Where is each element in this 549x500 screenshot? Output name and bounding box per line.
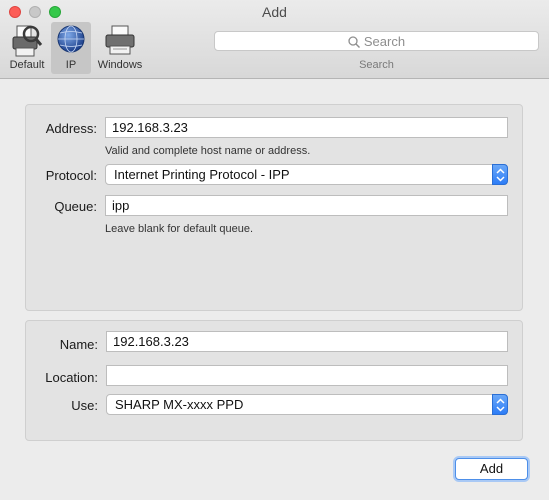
- queue-hint: Leave blank for default queue.: [105, 223, 254, 235]
- use-popup[interactable]: SHARP MX-xxxx PPD: [106, 394, 508, 415]
- toolbar: Add Default IP Windows Search Search: [0, 0, 549, 79]
- popup-arrows-icon: [492, 164, 508, 185]
- toolbar-default-label: Default: [9, 59, 45, 71]
- search-icon: [348, 36, 360, 48]
- address-hint: Valid and complete host name or address.: [105, 145, 311, 157]
- toolbar-default-button[interactable]: Default: [4, 22, 50, 74]
- protocol-popup[interactable]: Internet Printing Protocol - IPP: [105, 164, 508, 185]
- toolbar-windows-label: Windows: [97, 59, 143, 71]
- add-button[interactable]: Add: [455, 458, 528, 480]
- queue-label: Queue:: [54, 199, 97, 214]
- search-placeholder: Search: [363, 34, 406, 49]
- window-title: Add: [262, 4, 287, 20]
- name-label: Name:: [59, 337, 98, 352]
- add-printer-window: Add Default IP Windows Search Search Add…: [0, 0, 549, 500]
- toolbar-ip-button[interactable]: IP: [51, 22, 91, 74]
- queue-field[interactable]: ipp: [105, 195, 508, 216]
- protocol-value: Internet Printing Protocol - IPP: [114, 167, 290, 182]
- use-value: SHARP MX-xxxx PPD: [115, 397, 244, 412]
- globe-icon: [56, 24, 86, 59]
- address-label: Address:: [45, 121, 97, 136]
- default-printer-icon: [11, 24, 43, 61]
- search-field[interactable]: Search: [214, 31, 539, 51]
- location-label: Location:: [45, 370, 98, 385]
- toolbar-ip-label: IP: [65, 59, 77, 71]
- location-field[interactable]: [106, 365, 508, 386]
- protocol-label: Protocol:: [45, 168, 97, 183]
- search-label: Search: [359, 59, 394, 71]
- name-field[interactable]: 192.168.3.23: [106, 331, 508, 352]
- popup-arrows-icon: [492, 394, 508, 415]
- windows-printer-icon: [103, 24, 137, 59]
- use-label: Use:: [71, 398, 98, 413]
- toolbar-windows-button[interactable]: Windows: [93, 22, 147, 74]
- address-field[interactable]: 192.168.3.23: [105, 117, 508, 138]
- search-placeholder-row: Search: [215, 34, 538, 49]
